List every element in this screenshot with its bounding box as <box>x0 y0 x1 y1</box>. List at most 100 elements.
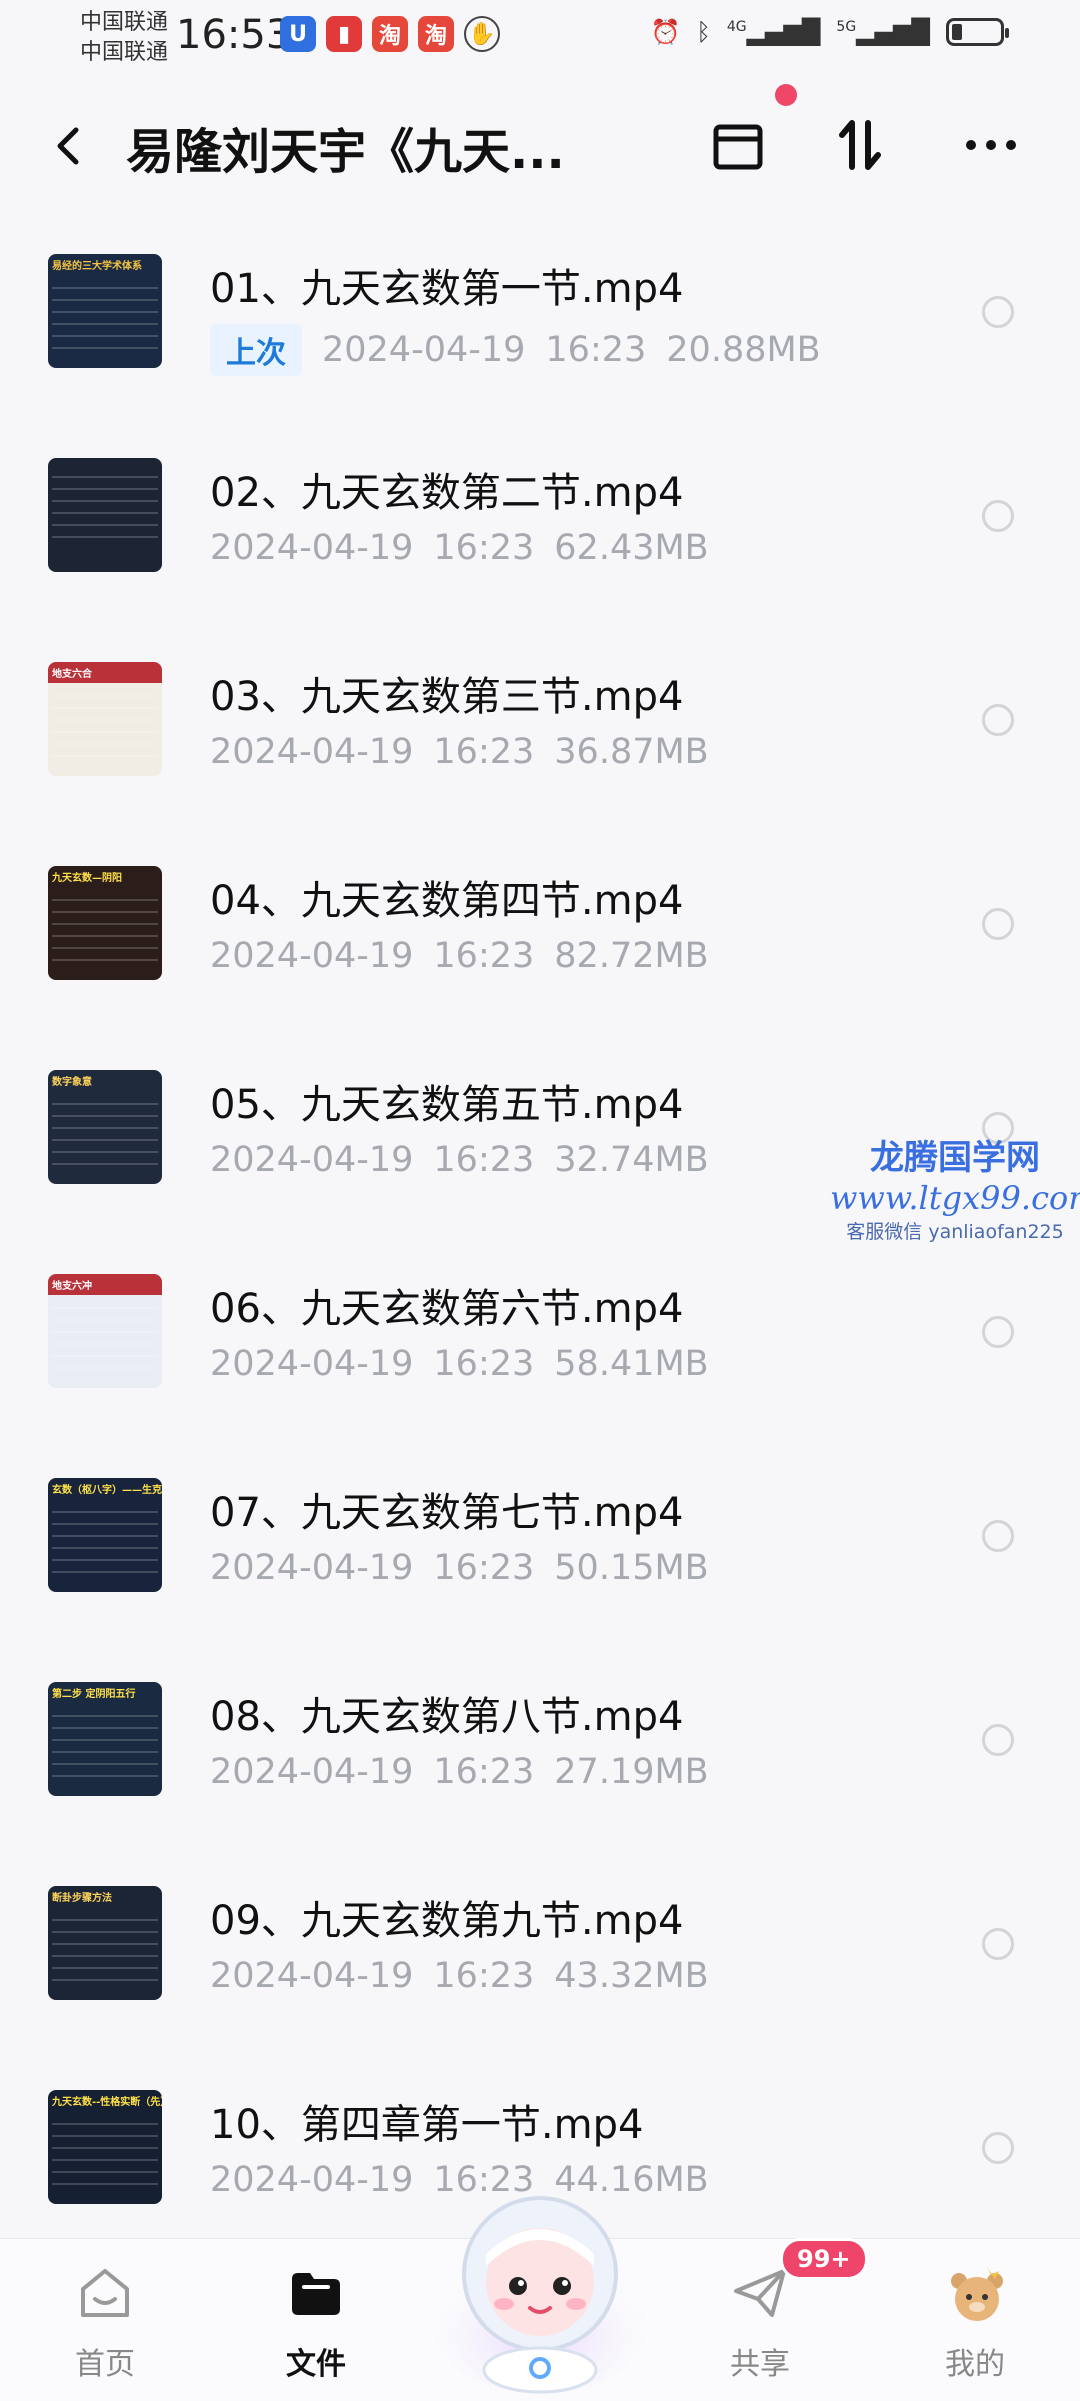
file-name[interactable]: 04、九天玄数第四节.mp4 <box>210 868 683 926</box>
select-radio[interactable] <box>982 1928 1014 1960</box>
video-thumbnail[interactable]: 易经的三大学术体系 <box>48 254 162 368</box>
thumbnail-caption: 九天玄数—阴阳 <box>52 873 122 884</box>
share-badge: 99+ <box>780 2238 868 2280</box>
assistant-mascot-button[interactable] <box>430 2174 650 2394</box>
thumbnail-caption: 玄数（枢八字）——生克断 <box>52 1485 162 1496</box>
file-size: 43.32MB <box>554 1956 709 1996</box>
video-thumbnail[interactable]: 九天玄数--性格实断（先） <box>48 2090 162 2204</box>
select-radio[interactable] <box>982 908 1014 940</box>
file-date: 2024-04-19 <box>210 732 414 772</box>
video-thumbnail[interactable]: 玄数（枢八字）——生克断 <box>48 1478 162 1592</box>
file-name[interactable]: 08、九天玄数第八节.mp4 <box>210 1684 683 1742</box>
select-radio[interactable] <box>982 296 1014 328</box>
file-size: 36.87MB <box>554 732 709 772</box>
select-radio[interactable] <box>982 704 1014 736</box>
more-icon[interactable] <box>956 110 1026 180</box>
file-meta: 2024-04-19 16:23 82.72MB <box>210 936 709 976</box>
nav-files[interactable]: 文件 <box>246 2239 386 2401</box>
thumbnail-caption: 第二步 定阴阳五行 <box>52 1689 136 1700</box>
notification-dot <box>775 84 797 106</box>
hand-icon: ✋ <box>464 16 500 52</box>
file-size: 62.43MB <box>554 528 709 568</box>
select-radio[interactable] <box>982 1520 1014 1552</box>
file-time: 16:23 <box>433 936 535 976</box>
thumbnail-caption: 九天玄数--性格实断（先） <box>52 2097 162 2108</box>
signal-4g-icon: 4G▂▄▆█ <box>726 18 821 46</box>
file-row[interactable]: 玄数（枢八字）——生克断 07、九天玄数第七节.mp4 2024-04-19 1… <box>0 1436 1080 1640</box>
page-title: 易隆刘天宇《九天... <box>126 124 565 180</box>
file-size: 20.88MB <box>666 330 821 370</box>
folder-icon <box>286 2263 346 2323</box>
file-time: 16:23 <box>433 732 535 772</box>
status-bar: 中国联通 中国联通 16:53 U ▮ 淘 淘 ✋ ⏰ ᛒ 4G▂▄▆█ 5G▂… <box>0 0 1080 80</box>
bluetooth-icon: ᛒ <box>696 18 711 46</box>
file-name[interactable]: 09、九天玄数第九节.mp4 <box>210 1888 683 1946</box>
paper-plane-icon <box>730 2263 790 2323</box>
chevron-left-icon[interactable] <box>48 116 108 176</box>
file-meta: 2024-04-19 16:23 58.41MB <box>210 1344 709 1384</box>
file-date: 2024-04-19 <box>210 2160 414 2200</box>
thumbnail-caption: 地支六冲 <box>48 1274 162 1295</box>
video-thumbnail[interactable]: 数字象意 <box>48 1070 162 1184</box>
video-thumbnail[interactable] <box>48 458 162 572</box>
file-row[interactable]: 断卦步骤方法 09、九天玄数第九节.mp4 2024-04-19 16:23 4… <box>0 1844 1080 2048</box>
nav-home-label: 首页 <box>75 2347 135 2382</box>
nav-home[interactable]: 首页 <box>35 2239 175 2401</box>
file-name[interactable]: 10、第四章第一节.mp4 <box>210 2092 643 2150</box>
thumbnail-caption: 断卦步骤方法 <box>52 1893 112 1904</box>
system-icons: ⏰ ᛒ 4G▂▄▆█ 5G▂▄▆█ <box>650 18 1009 46</box>
file-row[interactable]: 九天玄数—阴阳 04、九天玄数第四节.mp4 2024-04-19 16:23 … <box>0 824 1080 1028</box>
select-radio[interactable] <box>982 500 1014 532</box>
inbox-icon[interactable] <box>703 110 773 180</box>
nav-mine-label: 我的 <box>945 2347 1005 2382</box>
file-time: 16:23 <box>433 528 535 568</box>
file-row[interactable]: 易经的三大学术体系 01、九天玄数第一节.mp4 上次 2024-04-19 1… <box>0 212 1080 416</box>
select-radio[interactable] <box>982 2132 1014 2164</box>
carrier-2: 中国联通 <box>80 40 169 65</box>
file-row[interactable]: 地支六合 03、九天玄数第三节.mp4 2024-04-19 16:23 36.… <box>0 620 1080 824</box>
file-name[interactable]: 02、九天玄数第二节.mp4 <box>210 460 683 518</box>
file-name[interactable]: 06、九天玄数第六节.mp4 <box>210 1276 683 1334</box>
file-meta: 2024-04-19 16:23 27.19MB <box>210 1752 709 1792</box>
video-thumbnail[interactable]: 地支六冲 <box>48 1274 162 1388</box>
file-date: 2024-04-19 <box>210 1548 414 1588</box>
file-time: 16:23 <box>545 330 647 370</box>
carrier-labels: 中国联通 中国联通 <box>80 8 168 68</box>
select-radio[interactable] <box>982 1724 1014 1756</box>
video-thumbnail[interactable]: 断卦步骤方法 <box>48 1886 162 2000</box>
file-name[interactable]: 07、九天玄数第七节.mp4 <box>210 1480 683 1538</box>
file-date: 2024-04-19 <box>210 528 414 568</box>
file-row[interactable]: 02、九天玄数第二节.mp4 2024-04-19 16:23 62.43MB <box>0 416 1080 620</box>
file-time: 16:23 <box>433 1140 535 1180</box>
watermark-line-2: www.ltgx99.com <box>830 1179 1080 1217</box>
taobao-icon: 淘 <box>372 16 408 52</box>
nav-mine[interactable]: 我的 <box>905 2239 1045 2401</box>
watermark-line-3: 客服微信 yanliaofan225 <box>846 1221 1064 1243</box>
watermark: 龙腾国学网 www.ltgx99.com 客服微信 yanliaofan225 <box>830 1130 1080 1244</box>
select-radio[interactable] <box>982 1316 1014 1348</box>
sort-icon[interactable] <box>825 110 895 180</box>
home-icon <box>75 2263 135 2323</box>
video-thumbnail[interactable]: 九天玄数—阴阳 <box>48 866 162 980</box>
file-meta: 上次 2024-04-19 16:23 20.88MB <box>210 324 821 376</box>
file-name[interactable]: 03、九天玄数第三节.mp4 <box>210 664 683 722</box>
file-date: 2024-04-19 <box>322 330 526 370</box>
file-date: 2024-04-19 <box>210 1140 414 1180</box>
watermark-line-1: 龙腾国学网 <box>870 1138 1040 1178</box>
file-time: 16:23 <box>433 1956 535 1996</box>
file-row[interactable]: 第二步 定阴阳五行 08、九天玄数第八节.mp4 2024-04-19 16:2… <box>0 1640 1080 1844</box>
battery-icon <box>946 18 1009 46</box>
file-name[interactable]: 05、九天玄数第五节.mp4 <box>210 1072 683 1130</box>
file-row[interactable]: 地支六冲 06、九天玄数第六节.mp4 2024-04-19 16:23 58.… <box>0 1232 1080 1436</box>
video-thumbnail[interactable]: 第二步 定阴阳五行 <box>48 1682 162 1796</box>
app-notification-icon: U <box>280 16 316 52</box>
thumbnail-caption: 数字象意 <box>52 1077 92 1088</box>
bear-avatar-icon <box>945 2263 1005 2323</box>
file-date: 2024-04-19 <box>210 1956 414 1996</box>
file-name[interactable]: 01、九天玄数第一节.mp4 <box>210 256 683 314</box>
nav-files-label: 文件 <box>286 2347 346 2382</box>
file-meta: 2024-04-19 16:23 32.74MB <box>210 1140 709 1180</box>
alarm-icon: ⏰ <box>650 18 681 46</box>
video-thumbnail[interactable]: 地支六合 <box>48 662 162 776</box>
thumbnail-caption <box>48 458 162 464</box>
